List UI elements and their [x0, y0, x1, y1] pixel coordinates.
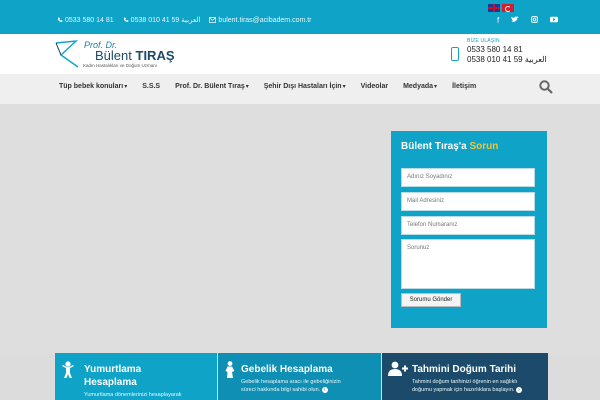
child-icon: [62, 361, 74, 378]
contact-phone-2[interactable]: 0538 010 41 59 العربية: [467, 55, 547, 64]
tile-description: Yumurtlama dönemlerinizi hesaplayarak: [84, 392, 182, 398]
phone-icon: [123, 17, 129, 22]
tile-ovulation-calculator[interactable]: Yumurtlama Hesaplama Yumurtlama dönemler…: [55, 353, 217, 400]
tile-title: Yumurtlama Hesaplama: [84, 364, 142, 388]
contact-label: BİZE ULAŞIN: [467, 38, 500, 44]
main-nav: Tüp bebek konuları▾ S.S.S Prof. Dr. Büle…: [0, 74, 600, 104]
tile-due-date-calculator[interactable]: Tahmini Doğum Tarihi Tahmini doğum tarih…: [382, 353, 548, 400]
chevron-down-icon: ▾: [434, 84, 438, 90]
contact-phone-1[interactable]: 0533 580 14 81: [467, 45, 547, 54]
logo-mark-icon: [55, 40, 79, 68]
name-field[interactable]: Adınız Soyadınız: [401, 168, 535, 187]
tile-title: Gebelik Hesaplama: [241, 364, 333, 375]
tile-title: Tahmini Doğum Tarihi: [412, 364, 517, 375]
add-user-icon: [388, 361, 408, 376]
mail-icon: [209, 17, 217, 23]
question-textarea[interactable]: Sorunuz: [401, 239, 535, 289]
chevron-down-icon: ▾: [342, 84, 346, 90]
tile-description-1: Tahmini doğum tarihinizi öğrenin en sağl…: [412, 379, 518, 385]
chevron-down-icon: ▾: [124, 84, 128, 90]
header-contact: BİZE ULAŞIN 0533 580 14 81 0538 010 41 5…: [467, 38, 547, 64]
arrow-right-icon[interactable]: ›: [321, 387, 328, 393]
logo-name: Bülent TIRAŞ: [95, 48, 175, 63]
site-logo[interactable]: Prof. Dr. Bülent TIRAŞ Kadın Hastalıklar…: [54, 39, 194, 69]
mobile-phone-icon: [451, 47, 459, 61]
calculator-tiles: Yumurtlama Hesaplama Yumurtlama dönemler…: [55, 353, 548, 400]
top-contact-info: 0533 580 14 81 0538 010 41 59 العربية bu…: [57, 16, 312, 24]
language-switcher: [488, 4, 514, 12]
search-icon[interactable]: [539, 80, 553, 94]
youtube-icon[interactable]: [550, 16, 559, 25]
nav-item-prof-dr[interactable]: Prof. Dr. Bülent Tıraş▾: [175, 83, 249, 90]
nav-item-sehir-disi[interactable]: Şehir Dışı Hastaları İçin▾: [264, 83, 346, 90]
nav-item-sss[interactable]: S.S.S: [142, 83, 160, 90]
tile-description-2: doğumu yapmak için hazırlıklara başlayın…: [412, 386, 522, 394]
twitter-icon[interactable]: [511, 16, 520, 25]
facebook-icon[interactable]: f: [497, 16, 499, 25]
top-phone-2[interactable]: 0538 010 41 59 العربية: [123, 16, 200, 24]
turkish-flag-icon[interactable]: [502, 4, 514, 12]
nav-item-iletisim[interactable]: İletişim: [452, 83, 476, 90]
form-title: Bülent Tıraş'a Sorun: [401, 141, 499, 152]
question-form: Bülent Tıraş'a Sorun Adınız Soyadınız Ma…: [391, 131, 547, 328]
submit-question-button[interactable]: Sorumu Gönder: [401, 293, 461, 307]
arrow-right-icon[interactable]: ›: [515, 387, 522, 393]
phone-field[interactable]: Telefon Numaranız: [401, 216, 535, 235]
pregnant-woman-icon: [225, 361, 235, 378]
email-field[interactable]: Mail Adresiniz: [401, 192, 535, 211]
tile-description-1: Gebelik hesaplama aracı ile gebeliğinizi…: [241, 379, 341, 385]
nav-item-medyada[interactable]: Medyada▾: [403, 83, 437, 90]
tile-description-2: süreci hakkında bilgi sahibi olun. ›: [241, 386, 328, 394]
top-bar: 0533 580 14 81 0538 010 41 59 العربية bu…: [0, 0, 600, 34]
nav-item-tup-bebek[interactable]: Tüp bebek konuları▾: [59, 83, 127, 90]
logo-tagline: Kadın Hastalıkları ve Doğum Uzmanı: [83, 63, 158, 68]
top-phone-1[interactable]: 0533 580 14 81: [57, 16, 114, 24]
chevron-down-icon: ▾: [245, 84, 249, 90]
tile-pregnancy-calculator[interactable]: Gebelik Hesaplama Gebelik hesaplama arac…: [218, 353, 381, 400]
phone-icon: [57, 17, 63, 22]
top-email[interactable]: bulent.tiras@acibadem.com.tr: [209, 16, 312, 24]
social-links: f: [497, 16, 559, 25]
nav-item-videolar[interactable]: Videolar: [361, 83, 389, 90]
english-flag-icon[interactable]: [488, 4, 500, 12]
instagram-icon[interactable]: [531, 16, 539, 25]
